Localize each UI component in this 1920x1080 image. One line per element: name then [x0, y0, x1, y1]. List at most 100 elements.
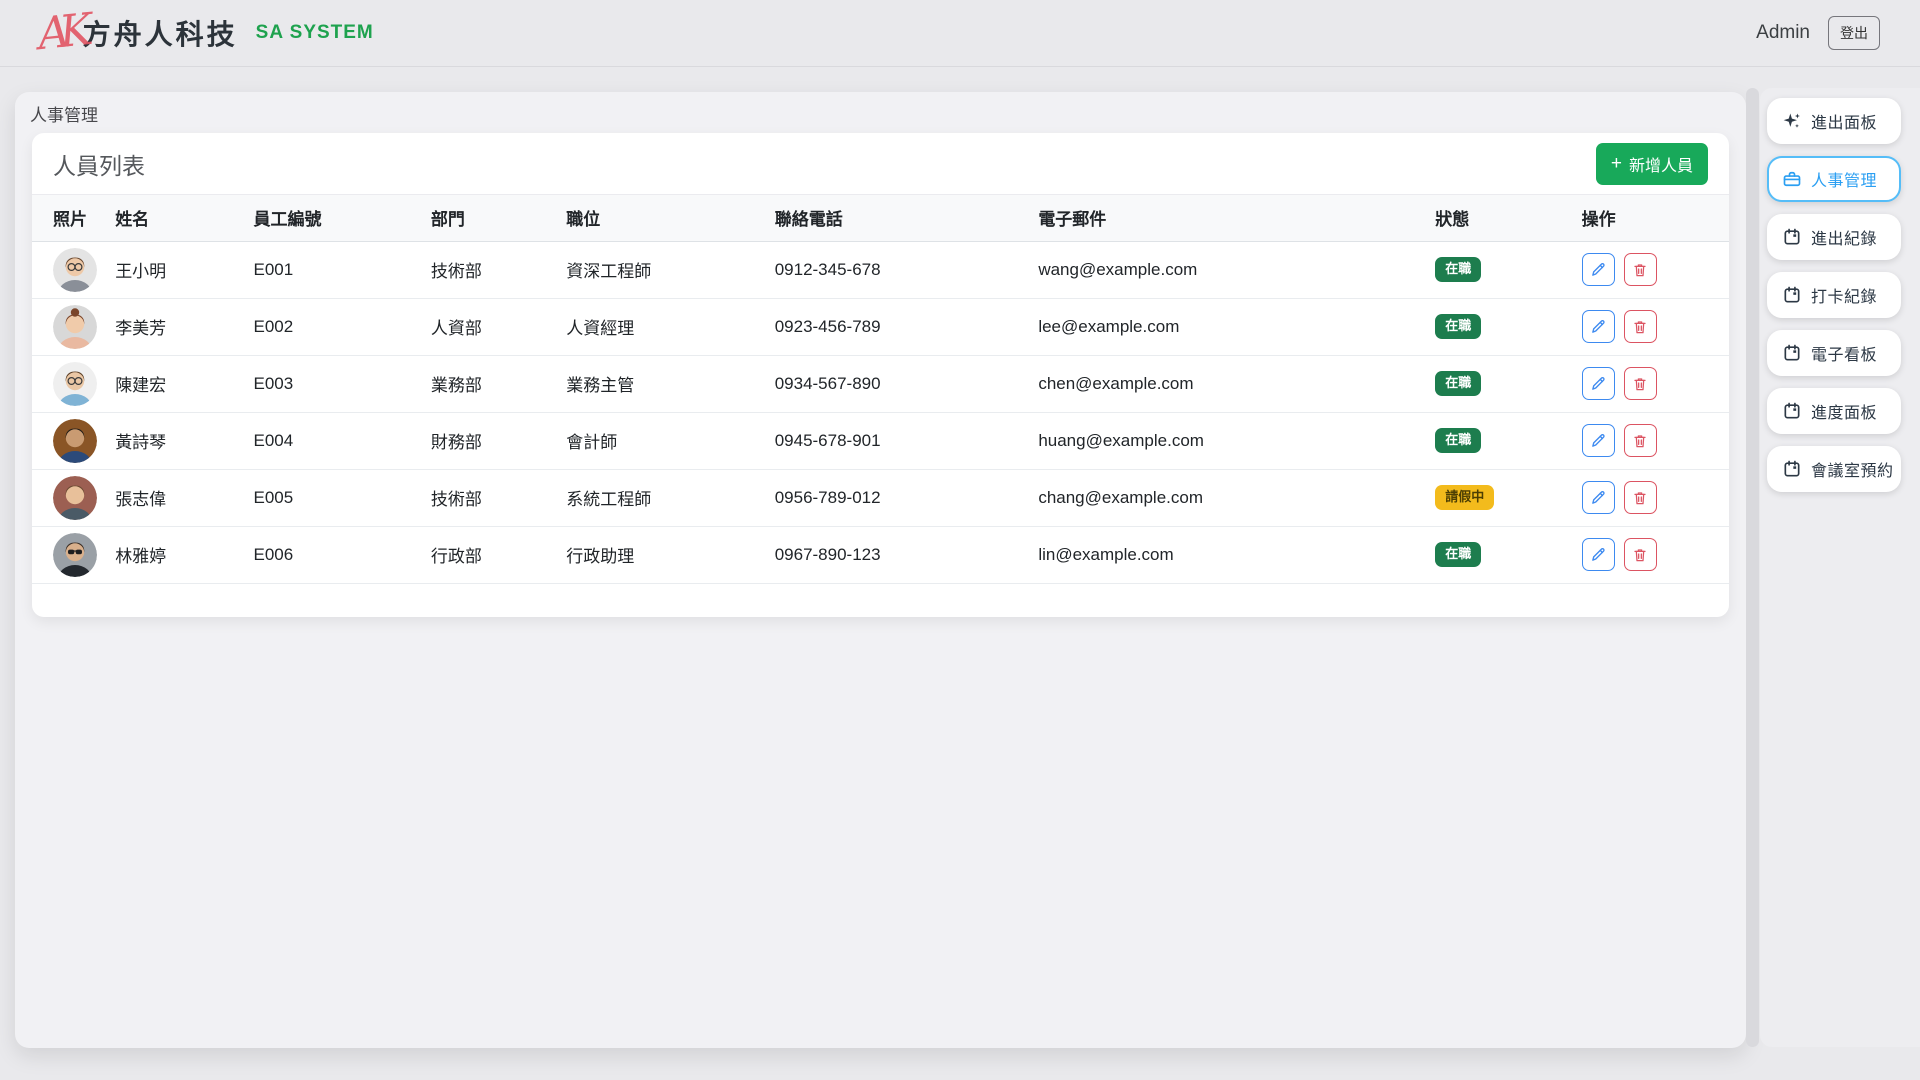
table-row: 林雅婷 E006 行政部 行政助理 0967-890-123 lin@examp…	[32, 526, 1729, 583]
pencil-icon	[1590, 318, 1607, 335]
calendar-icon	[1782, 285, 1802, 305]
calendar-icon	[1782, 227, 1802, 247]
logo-scribble-icon: AK	[36, 9, 85, 57]
employee-name: 張志偉	[115, 469, 253, 526]
table-row: 王小明 E001 技術部 資深工程師 0912-345-678 wang@exa…	[32, 241, 1729, 298]
employee-avatar	[53, 248, 109, 292]
sidebar-item-進度面板[interactable]: 進度面板	[1767, 388, 1901, 434]
employee-name: 黃詩琴	[115, 412, 253, 469]
delete-button[interactable]	[1624, 481, 1657, 514]
employee-id: E006	[254, 526, 431, 583]
table-row: 黃詩琴 E004 財務部 會計師 0945-678-901 huang@exam…	[32, 412, 1729, 469]
status-badge: 在職	[1435, 314, 1481, 338]
delete-button[interactable]	[1624, 424, 1657, 457]
employee-job-title: 資深工程師	[566, 241, 774, 298]
sidebar-item-會議室預約[interactable]: 會議室預約	[1767, 446, 1901, 492]
sidebar-item-電子看板[interactable]: 電子看板	[1767, 330, 1901, 376]
edit-button[interactable]	[1582, 253, 1615, 286]
edit-button[interactable]	[1582, 310, 1615, 343]
pencil-icon	[1590, 432, 1607, 449]
status-badge: 請假中	[1435, 485, 1494, 509]
status-badge: 在職	[1435, 428, 1481, 452]
edit-button[interactable]	[1582, 538, 1615, 571]
pencil-icon	[1590, 375, 1607, 392]
employee-phone: 0934-567-890	[775, 355, 1039, 412]
employee-email: lee@example.com	[1038, 298, 1435, 355]
sidebar-item-label: 會議室預約	[1811, 457, 1894, 481]
system-label: SA SYSTEM	[256, 22, 374, 44]
employee-job-title: 行政助理	[566, 526, 774, 583]
status-badge: 在職	[1435, 257, 1481, 281]
col-name: 姓名	[115, 195, 253, 241]
employee-phone: 0923-456-789	[775, 298, 1039, 355]
employee-id: E002	[254, 298, 431, 355]
table-row: 李美芳 E002 人資部 人資經理 0923-456-789 lee@examp…	[32, 298, 1729, 355]
employee-name: 陳建宏	[115, 355, 253, 412]
calendar-icon	[1782, 401, 1802, 421]
sidebar-item-label: 電子看板	[1811, 341, 1877, 365]
add-employee-button[interactable]: + 新增人員	[1596, 143, 1708, 185]
employee-table: 照片 姓名 員工編號 部門 職位 聯絡電話 電子郵件 狀態 操作	[32, 195, 1729, 584]
employee-email: huang@example.com	[1038, 412, 1435, 469]
table-row: 陳建宏 E003 業務部 業務主管 0934-567-890 chen@exam…	[32, 355, 1729, 412]
edit-button[interactable]	[1582, 424, 1615, 457]
employee-department: 行政部	[431, 526, 566, 583]
employee-phone: 0967-890-123	[775, 526, 1039, 583]
delete-button[interactable]	[1624, 253, 1657, 286]
sidebar-item-label: 打卡紀錄	[1811, 283, 1877, 307]
employee-avatar	[53, 533, 109, 577]
trash-icon	[1632, 490, 1648, 506]
employee-list-card: 人員列表 + 新增人員 照片 姓名 員工編號 部門 職位 聯絡電話 電子郵件 狀…	[32, 133, 1729, 617]
page-title: 人事管理	[15, 92, 1746, 126]
employee-id: E004	[254, 412, 431, 469]
edit-button[interactable]	[1582, 367, 1615, 400]
sidebar-item-進出面板[interactable]: 進出面板	[1767, 98, 1901, 144]
col-status: 狀態	[1435, 195, 1581, 241]
col-photo: 照片	[32, 195, 115, 241]
sidebar-item-label: 進出面板	[1811, 109, 1877, 133]
delete-button[interactable]	[1624, 367, 1657, 400]
pencil-icon	[1590, 546, 1607, 563]
delete-button[interactable]	[1624, 538, 1657, 571]
employee-name: 李美芳	[115, 298, 253, 355]
trash-icon	[1632, 376, 1648, 392]
trash-icon	[1632, 547, 1648, 563]
employee-department: 業務部	[431, 355, 566, 412]
employee-phone: 0945-678-901	[775, 412, 1039, 469]
employee-email: lin@example.com	[1038, 526, 1435, 583]
briefcase-icon	[1782, 169, 1802, 189]
col-actions: 操作	[1582, 195, 1729, 241]
employee-department: 財務部	[431, 412, 566, 469]
employee-job-title: 系統工程師	[566, 469, 774, 526]
trash-icon	[1632, 433, 1648, 449]
sidebar-item-進出紀錄[interactable]: 進出紀錄	[1767, 214, 1901, 260]
sidebar-item-人事管理[interactable]: 人事管理	[1767, 156, 1901, 202]
col-phone: 聯絡電話	[775, 195, 1039, 241]
sidebar-item-label: 人事管理	[1811, 167, 1877, 191]
employee-name: 林雅婷	[115, 526, 253, 583]
pencil-icon	[1590, 261, 1607, 278]
status-badge: 在職	[1435, 371, 1481, 395]
app-logo[interactable]: AK 方舟人科技 SA SYSTEM	[38, 11, 374, 55]
trash-icon	[1632, 319, 1648, 335]
employee-email: chang@example.com	[1038, 469, 1435, 526]
employee-phone: 0912-345-678	[775, 241, 1039, 298]
employee-email: chen@example.com	[1038, 355, 1435, 412]
card-title: 人員列表	[53, 147, 145, 181]
employee-department: 人資部	[431, 298, 566, 355]
status-badge: 在職	[1435, 542, 1481, 566]
employee-department: 技術部	[431, 241, 566, 298]
calendar-icon	[1782, 343, 1802, 363]
employee-id: E001	[254, 241, 431, 298]
employee-id: E003	[254, 355, 431, 412]
plus-icon: +	[1611, 154, 1622, 173]
sidebar-item-打卡紀錄[interactable]: 打卡紀錄	[1767, 272, 1901, 318]
logout-button[interactable]: 登出	[1828, 16, 1880, 50]
scrollbar[interactable]	[1746, 88, 1759, 1047]
table-header-row: 照片 姓名 員工編號 部門 職位 聯絡電話 電子郵件 狀態 操作	[32, 195, 1729, 241]
employee-avatar	[53, 305, 109, 349]
edit-button[interactable]	[1582, 481, 1615, 514]
col-email: 電子郵件	[1038, 195, 1435, 241]
employee-phone: 0956-789-012	[775, 469, 1039, 526]
delete-button[interactable]	[1624, 310, 1657, 343]
